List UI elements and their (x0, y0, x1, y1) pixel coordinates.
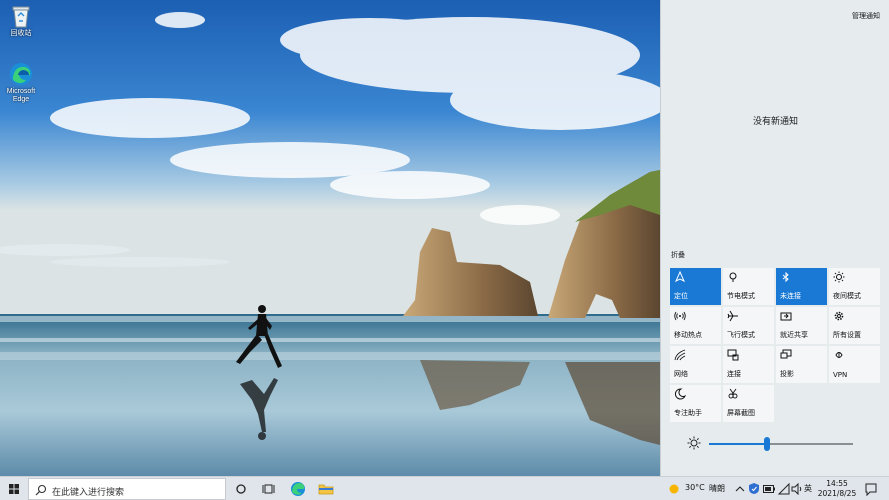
cortana-icon (236, 484, 246, 494)
taskbar: 在此键入进行搜索 30°C 晴朗 英 14:55 2021/8/25 (0, 476, 889, 500)
action-center: 管理通知 没有新通知 折叠 定位 节电模式 未连接 夜间模式 移动热点 飞行模式 (660, 0, 889, 476)
tile-project[interactable]: 投影 (776, 346, 827, 383)
project-icon (780, 349, 792, 359)
tile-label: 所有设置 (833, 331, 861, 339)
network-status-icon[interactable] (778, 483, 790, 495)
start-button[interactable] (0, 477, 28, 500)
battery-icon[interactable] (763, 485, 775, 493)
desktop-icon-recycle-bin[interactable]: 回收站 (2, 4, 40, 38)
clock-time: 14:55 (826, 479, 848, 488)
clock-date: 2021/8/25 (817, 489, 857, 498)
folder-icon (318, 484, 334, 495)
network-icon (674, 349, 686, 361)
taskbar-edge-button[interactable] (288, 477, 308, 500)
night-light-icon (833, 271, 845, 283)
tile-label: 就近共享 (780, 331, 808, 339)
tile-label: 屏幕截图 (727, 409, 755, 417)
taskbar-clock[interactable]: 14:55 2021/8/25 (816, 479, 858, 499)
chevron-up-icon[interactable] (735, 485, 745, 493)
tile-label: 网络 (674, 370, 688, 378)
windows-logo-icon (9, 484, 19, 494)
collapse-link[interactable]: 折叠 (671, 250, 685, 260)
brightness-slider-fill (709, 443, 767, 445)
tile-label: 夜间模式 (833, 292, 861, 300)
tile-battery-saver[interactable]: 节电模式 (723, 268, 774, 305)
weather-condition[interactable]: 晴朗 (709, 483, 725, 494)
focus-assist-icon (674, 388, 686, 400)
tile-network[interactable]: 网络 (670, 346, 721, 383)
tile-nearby-sharing[interactable]: 就近共享 (776, 307, 827, 344)
tile-screen-snip[interactable]: 屏幕截图 (723, 385, 774, 422)
vpn-icon (835, 352, 843, 358)
edge-icon (10, 63, 32, 85)
connect-icon (727, 349, 739, 361)
cortana-button[interactable] (232, 477, 250, 500)
tile-label: VPN (833, 371, 848, 379)
weather-temperature[interactable]: 30°C (685, 483, 705, 492)
location-icon (674, 271, 686, 283)
brightness-slider[interactable] (709, 437, 853, 451)
tile-label: 专注助手 (674, 409, 702, 417)
task-view-icon (262, 484, 275, 494)
volume-icon[interactable] (791, 483, 803, 495)
edge-icon (291, 482, 305, 496)
tile-label: 投影 (780, 370, 794, 378)
tile-label: 未连接 (780, 292, 801, 300)
tile-connect[interactable]: 连接 (723, 346, 774, 383)
tile-label: 节电模式 (727, 292, 755, 300)
weather-sun-icon (669, 484, 679, 494)
tile-label: 连接 (727, 370, 741, 378)
screen-snip-icon (728, 388, 738, 399)
brightness-icon (687, 436, 701, 450)
hotspot-icon (674, 311, 686, 321)
notification-icon (865, 483, 877, 497)
nearby-share-icon (780, 312, 792, 321)
action-center-button[interactable] (862, 477, 880, 500)
brightness-slider-thumb[interactable] (763, 437, 770, 451)
defender-shield-icon[interactable] (748, 482, 760, 495)
taskbar-file-explorer-button[interactable] (316, 477, 336, 500)
desktop-icon-label: Microsoft Edge (6, 88, 36, 103)
task-view-button[interactable] (260, 477, 278, 500)
tile-night-light[interactable]: 夜间模式 (829, 268, 880, 305)
tile-airplane-mode[interactable]: 飞行模式 (723, 307, 774, 344)
tile-all-settings[interactable]: 所有设置 (829, 307, 880, 344)
tile-bluetooth[interactable]: 未连接 (776, 268, 827, 305)
tile-focus-assist[interactable]: 专注助手 (670, 385, 721, 422)
manage-notifications-link[interactable]: 管理通知 (852, 11, 880, 21)
taskbar-search-box[interactable]: 在此键入进行搜索 (28, 478, 226, 500)
tile-location[interactable]: 定位 (670, 268, 721, 305)
tile-vpn[interactable]: VPN (829, 346, 880, 383)
tile-label: 移动热点 (674, 331, 702, 339)
desktop-icon-edge[interactable]: Microsoft Edge (2, 62, 40, 104)
battery-saver-icon (729, 272, 737, 282)
tile-mobile-hotspot[interactable]: 移动热点 (670, 307, 721, 344)
settings-icon (834, 311, 844, 321)
tile-label: 飞行模式 (727, 331, 755, 339)
input-method-indicator[interactable]: 英 (804, 483, 812, 494)
desktop-icon-label: 回收站 (10, 30, 32, 37)
search-placeholder: 在此键入进行搜索 (52, 488, 125, 498)
wallpaper (0, 0, 660, 476)
empty-notifications-message: 没有新通知 (752, 117, 798, 127)
recycle-bin-icon (12, 6, 30, 28)
airplane-icon (727, 310, 738, 322)
search-icon (35, 484, 47, 496)
bluetooth-icon (782, 271, 789, 283)
tile-label: 定位 (674, 292, 688, 300)
